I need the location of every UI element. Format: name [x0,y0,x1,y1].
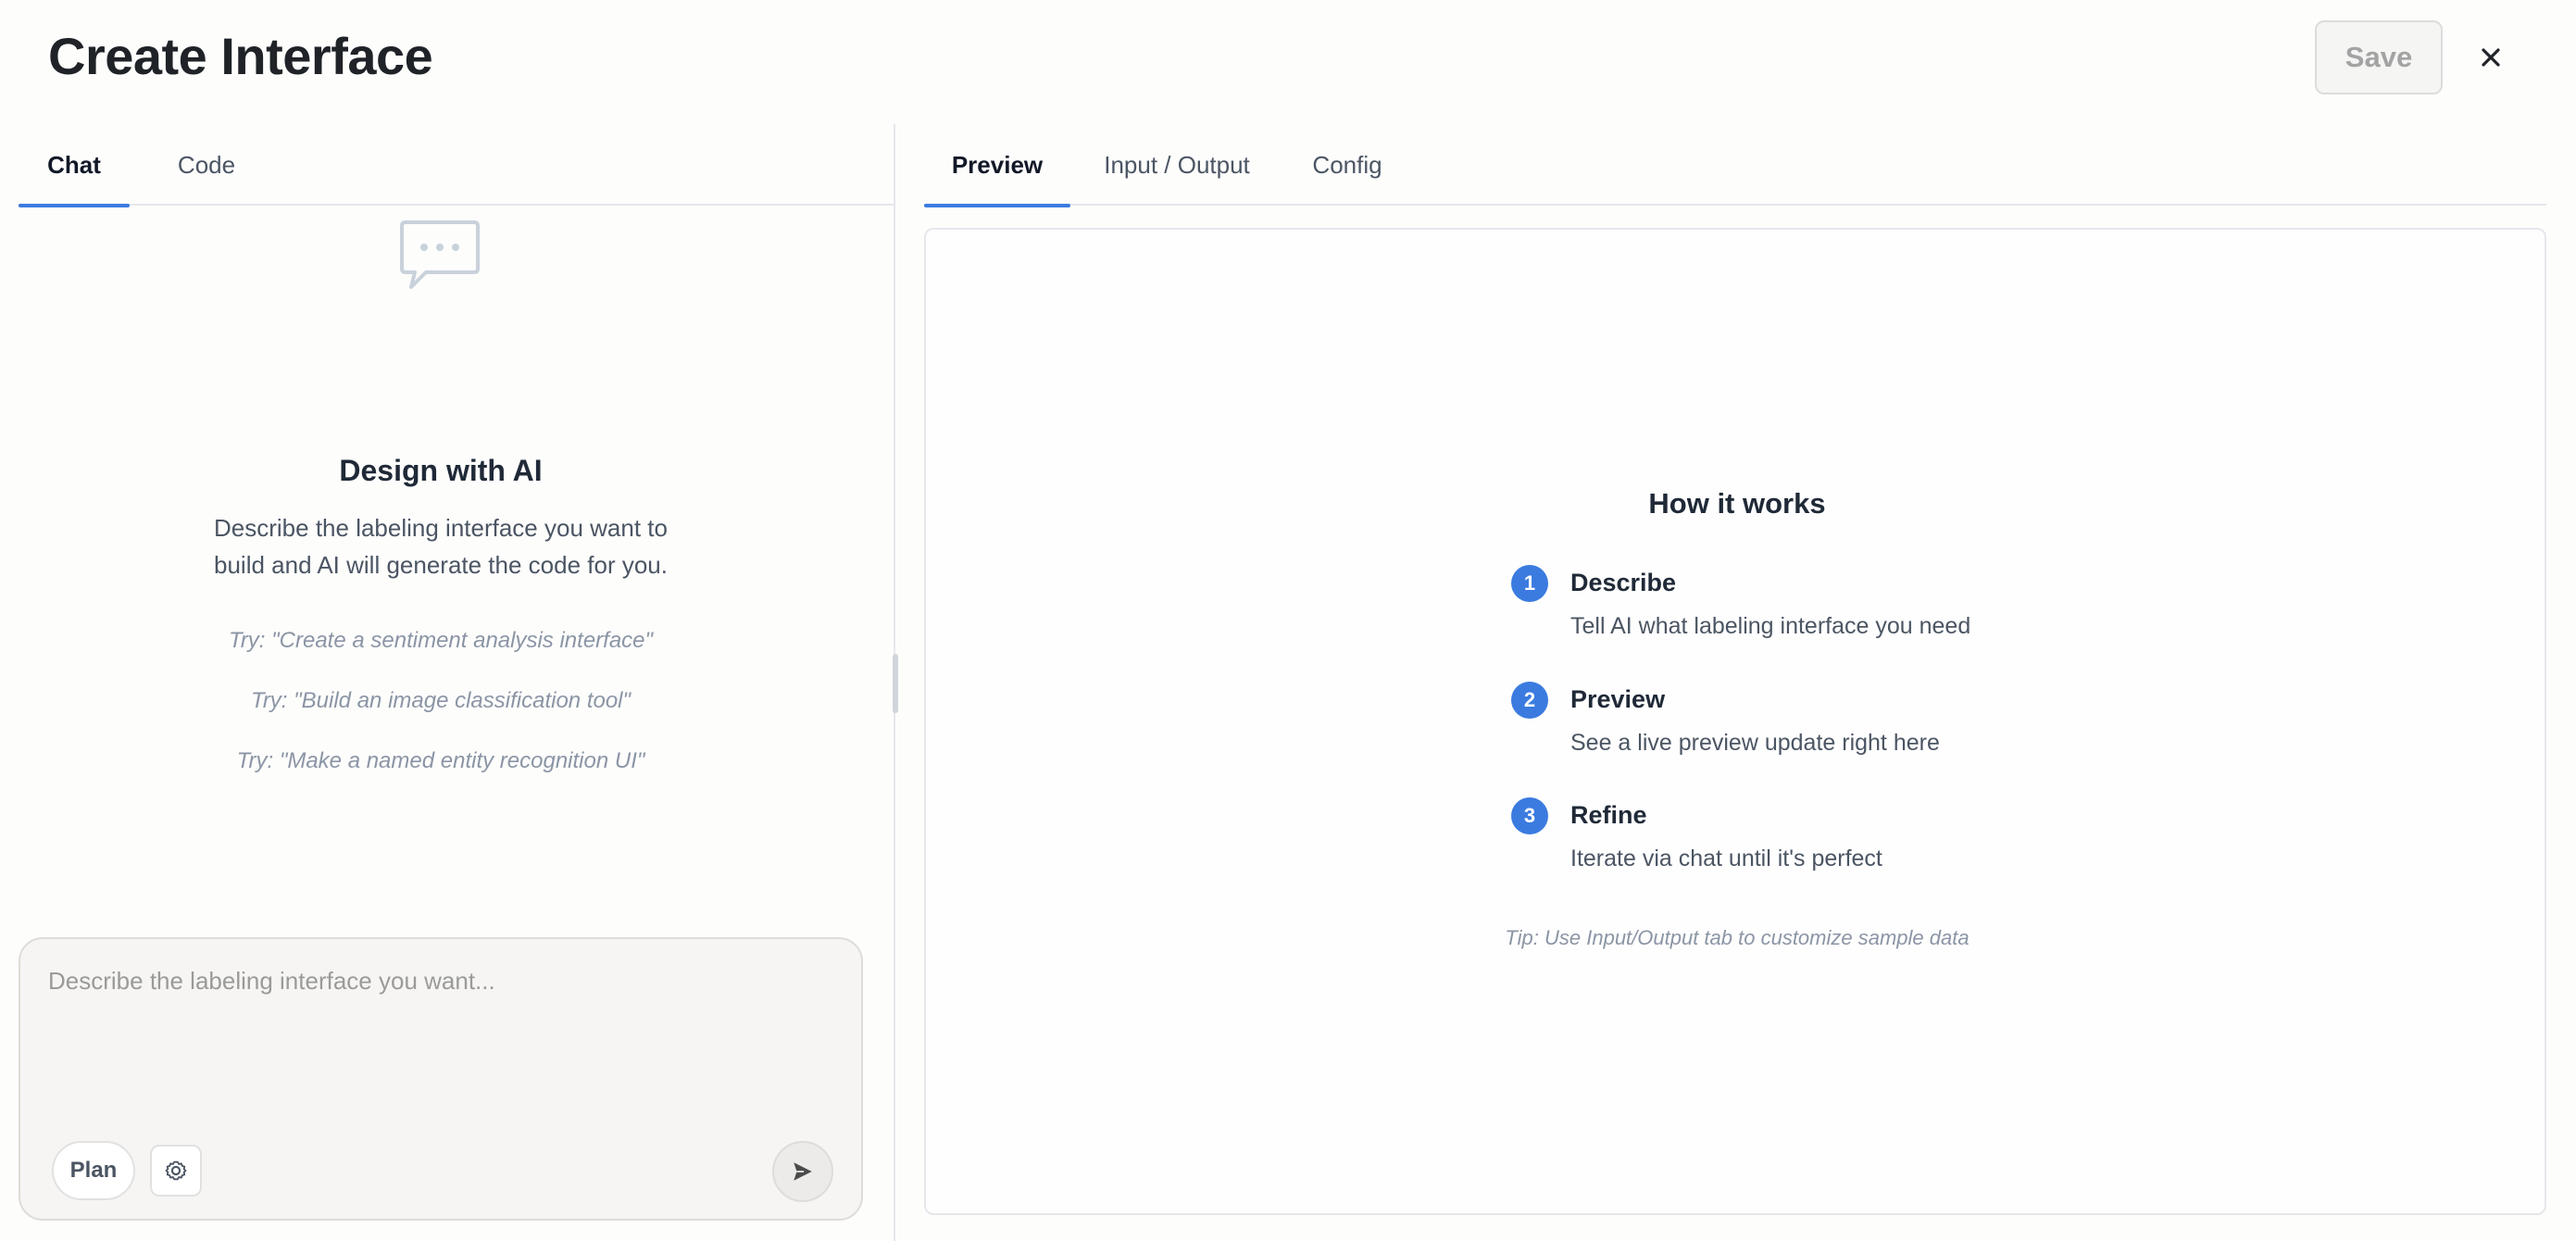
chat-bubble-icon [400,220,480,289]
save-button[interactable]: Save [2315,20,2443,94]
settings-button[interactable] [150,1145,202,1197]
suggestion-ner[interactable]: Try: "Make a named entity recognition UI… [0,748,882,774]
left-tab-bar: Chat Code [19,124,894,207]
step-description: Iterate via chat until it's perfect [1570,846,1882,871]
tab-preview[interactable]: Preview [924,124,1070,207]
close-icon [2482,48,2500,67]
panel-resize-handle[interactable] [893,654,898,713]
send-icon [794,1162,812,1181]
tab-input-output[interactable]: Input / Output [1089,124,1265,206]
send-button[interactable] [772,1141,833,1202]
right-tab-bar: Preview Input / Output Config [924,124,2546,207]
step-preview: 2 Preview See a live preview update righ… [1511,682,2159,765]
design-with-ai-description: Describe the labeling interface you want… [214,514,668,579]
step-title: Preview [1570,685,1666,713]
page-title: Create Interface [48,27,433,85]
design-with-ai-title: Design with AI [339,454,543,487]
step-description: Tell AI what labeling interface you need [1570,613,1971,639]
tab-code[interactable]: Code [156,124,257,206]
chat-input[interactable] [48,967,835,1106]
step-title: Describe [1570,569,1677,596]
step-describe: 1 Describe Tell AI what labeling interfa… [1511,565,2159,648]
step-description: See a live preview update right here [1570,730,1940,756]
tip-text: Tip: Use Input/Output tab to customize s… [1505,926,1970,949]
preview-panel: How it works 1 Describe Tell AI what lab… [924,228,2546,1215]
step-title: Refine [1570,801,1647,829]
tab-config[interactable]: Config [1296,124,1398,206]
close-button[interactable] [2467,33,2515,81]
tab-chat[interactable]: Chat [19,124,130,207]
step-number-badge: 2 [1511,682,1548,719]
gear-icon [165,1160,187,1181]
step-number-badge: 1 [1511,565,1548,602]
create-interface-page: Create Interface Save Chat Code Design w… [0,0,2576,1241]
suggestion-sentiment[interactable]: Try: "Create a sentiment analysis interf… [0,628,882,654]
step-number-badge: 3 [1511,797,1548,834]
chat-composer: Plan [19,937,863,1221]
suggestion-image-classification[interactable]: Try: "Build an image classification tool… [0,688,882,714]
step-refine: 3 Refine Iterate via chat until it's per… [1511,797,2159,881]
how-it-works-title: How it works [1648,487,1826,520]
plan-button[interactable]: Plan [52,1141,135,1200]
